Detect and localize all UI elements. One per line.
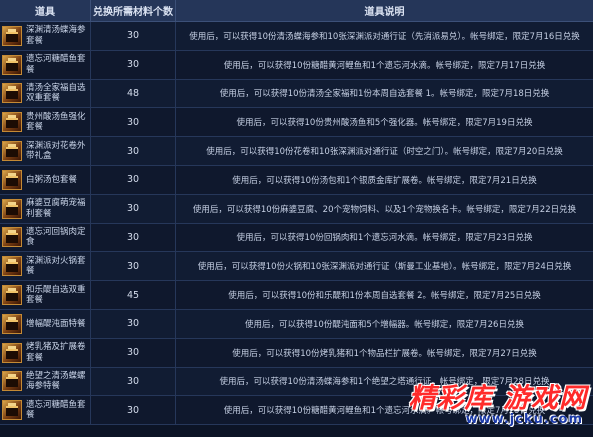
item-name: 绝望之清汤蝶螺海参特餐 <box>26 370 86 392</box>
table-row: 贵州酸汤鱼强化套餐 30 使用后，可以获得10份贵州酸汤鱼和5个强化器。帐号绑定，限… <box>0 108 593 138</box>
item-name: 烤乳猪及扩展卷套餐 <box>26 342 86 363</box>
food-box-icon[interactable] <box>2 169 22 190</box>
item-description: 使用后，可以获得10份汤包和1个银质金库扩展卷。帐号绑定，限定7月21日兑换 <box>232 175 537 186</box>
item-name: 麻婆豆腐萌宠福利套餐 <box>26 198 86 219</box>
item-description: 使用后，可以获得10份清汤蝶海参和10张深渊派对通行证（先消派易兑）。帐号绑定，… <box>189 31 580 42</box>
item-name: 遗忘河糖醋鱼套餐 <box>26 54 86 75</box>
item-description: 使用后，可以获得10份糖醋黄河鲤鱼和1个遗忘河水滴。帐号绑定，限定7月17日兑换 <box>223 60 546 71</box>
material-count: 30 <box>91 137 176 165</box>
table-row: 白粥汤包套餐 30 使用后，可以获得10份汤包和1个银质金库扩展卷。帐号绑定，限定7… <box>0 165 593 195</box>
item-cell: 增幅醍沌面特餐 <box>0 309 91 338</box>
material-count: 30 <box>91 223 176 252</box>
header-desc: 道具说明 <box>364 7 405 18</box>
exchange-table: 道具 兑换所需材料个数 道具说明 深渊清汤蝶海参套餐 30 使用后，可以获得10份清… <box>0 0 593 426</box>
material-count: 30 <box>91 252 176 281</box>
material-count: 30 <box>91 338 176 367</box>
food-box-icon[interactable] <box>2 198 22 219</box>
item-description: 使用后，可以获得10份醍沌面和5个增幅器。帐号绑定，限定7月26日兑换 <box>245 319 524 330</box>
table-row: 清汤全家福自选双重套餐 48 使用后，可以获得10份清汤全家福和1份本周自选套餐 1… <box>0 79 593 109</box>
item-cell: 深渊清汤蝶海参套餐 <box>0 22 91 50</box>
item-description: 使用后，可以获得10份火锅和10张深渊派对通行证（斯曼工业基地）。帐号绑定，限定… <box>197 262 572 273</box>
material-count: 30 <box>91 194 176 223</box>
item-description: 使用后，可以获得10份花卷和10张深渊派对通行证（时空之门）。帐号绑定，限定7月… <box>206 147 563 158</box>
item-name: 深渊派对火锅套餐 <box>26 255 86 277</box>
item-cell: 遗忘河糖醋鱼套餐 <box>0 50 91 79</box>
item-name: 深渊派对花卷外带礼盒 <box>26 140 86 162</box>
item-name: 增幅醍沌面特餐 <box>26 318 86 329</box>
food-box-icon[interactable] <box>2 400 22 421</box>
item-description: 使用后，可以获得10份清汤蝶海参和1个绝望之塔通行证。帐号绑定，限定7月28日兑… <box>219 377 550 388</box>
item-cell: 白粥汤包套餐 <box>0 165 91 194</box>
item-cell: 清汤全家福自选双重套餐 <box>0 79 91 108</box>
item-cell: 麻婆豆腐萌宠福利套餐 <box>0 194 91 223</box>
table-row: 麻婆豆腐萌宠福利套餐 30 使用后，可以获得10份麻婆豆腐、20个宠物饲料、以及1个… <box>0 194 593 224</box>
header-item: 道具 <box>0 0 91 21</box>
table-row: 深渊清汤蝶海参套餐 30 使用后，可以获得10份清汤蝶海参和10张深渊派对通行证（先… <box>0 22 593 51</box>
item-cell: 深渊派对花卷外带礼盒 <box>0 137 91 165</box>
material-count: 30 <box>91 396 176 425</box>
food-box-icon[interactable] <box>2 313 22 334</box>
item-description: 使用后，可以获得10份烤乳猪和1个物品栏扩展卷。帐号绑定，限定7月27日兑换 <box>232 348 537 359</box>
table-row: 增幅醍沌面特餐 30 使用后，可以获得10份醍沌面和5个增幅器。帐号绑定，限定7月2… <box>0 309 593 339</box>
item-name: 白粥汤包套餐 <box>26 174 78 185</box>
item-cell: 遗忘河回锅肉定食 <box>0 223 91 252</box>
food-box-icon[interactable] <box>2 342 22 363</box>
item-description: 使用后，可以获得10份和乐醍和1份本周自选套餐 2。帐号绑定，限定7月25日兑换 <box>228 291 541 302</box>
food-box-icon[interactable] <box>2 256 22 277</box>
table-row: 深渊派对火锅套餐 30 使用后，可以获得10份火锅和10张深渊派对通行证（斯曼工业基… <box>0 252 593 282</box>
item-cell: 遗忘河糖醋鱼套餐 <box>0 396 91 425</box>
item-description: 使用后，可以获得10份清汤全家福和1份本周自选套餐 1。帐号绑定，限定7月18日… <box>219 89 550 100</box>
material-count: 45 <box>91 281 176 309</box>
table-body: 深渊清汤蝶海参套餐 30 使用后，可以获得10份清汤蝶海参和10张深渊派对通行证（先… <box>0 22 593 426</box>
item-name: 遗忘河回锅肉定食 <box>26 226 86 248</box>
material-count: 30 <box>91 108 176 137</box>
food-box-icon[interactable] <box>2 54 22 75</box>
food-box-icon[interactable] <box>2 371 22 392</box>
table-row: 烤乳猪及扩展卷套餐 30 使用后，可以获得10份烤乳猪和1个物品栏扩展卷。帐号绑定，… <box>0 338 593 368</box>
material-count: 48 <box>91 79 176 108</box>
food-box-icon[interactable] <box>2 25 22 46</box>
material-count: 30 <box>91 367 176 396</box>
header-qty: 兑换所需材料个数 <box>91 0 176 21</box>
material-count: 30 <box>91 309 176 338</box>
item-cell: 和乐醍自选双重套餐 <box>0 281 91 309</box>
food-box-icon[interactable] <box>2 83 22 104</box>
item-description: 使用后，可以获得10份贵州酸汤鱼和5个强化器。帐号绑定，限定7月19日兑换 <box>236 118 533 129</box>
food-box-icon[interactable] <box>2 141 22 162</box>
food-box-icon[interactable] <box>2 112 22 133</box>
item-cell: 深渊派对火锅套餐 <box>0 252 91 281</box>
table-header: 道具 兑换所需材料个数 道具说明 <box>0 0 593 22</box>
item-name: 和乐醍自选双重套餐 <box>26 284 86 306</box>
item-name: 深渊清汤蝶海参套餐 <box>26 25 86 46</box>
item-description: 使用后，可以获得10份回锅肉和1个遗忘河水滴。帐号绑定，限定7月23日兑换 <box>236 233 533 244</box>
item-name: 贵州酸汤鱼强化套餐 <box>26 111 86 133</box>
material-count: 30 <box>91 50 176 79</box>
table-row: 遗忘河糖醋鱼套餐 30 使用后，可以获得10份糖醋黄河鲤鱼和1个遗忘河水滴。帐号绑定… <box>0 396 593 426</box>
table-row: 和乐醍自选双重套餐 45 使用后，可以获得10份和乐醍和1份本周自选套餐 2。帐号绑… <box>0 281 593 310</box>
food-box-icon[interactable] <box>2 285 22 306</box>
item-cell: 贵州酸汤鱼强化套餐 <box>0 108 91 137</box>
table-row: 遗忘河糖醋鱼套餐 30 使用后，可以获得10份糖醋黄河鲤鱼和1个遗忘河水滴。帐号绑定… <box>0 50 593 80</box>
table-row: 绝望之清汤蝶螺海参特餐 30 使用后，可以获得10份清汤蝶海参和1个绝望之塔通行证。… <box>0 367 593 397</box>
item-cell: 烤乳猪及扩展卷套餐 <box>0 338 91 367</box>
item-name: 清汤全家福自选双重套餐 <box>26 82 86 104</box>
item-description: 使用后，可以获得10份糖醋黄河鲤鱼和1个遗忘河水滴。帐号绑定，限定7月29日兑换 <box>223 406 546 417</box>
table-row: 深渊派对花卷外带礼盒 30 使用后，可以获得10份花卷和10张深渊派对通行证（时空之… <box>0 137 593 166</box>
food-box-icon[interactable] <box>2 227 22 248</box>
material-count: 30 <box>91 22 176 50</box>
item-name: 遗忘河糖醋鱼套餐 <box>26 399 86 421</box>
item-description: 使用后，可以获得10份麻婆豆腐、20个宠物饲料、以及1个宠物换名卡。帐号绑定，限… <box>192 204 577 215</box>
table-row: 遗忘河回锅肉定食 30 使用后，可以获得10份回锅肉和1个遗忘河水滴。帐号绑定，限定… <box>0 223 593 253</box>
item-cell: 绝望之清汤蝶螺海参特餐 <box>0 367 91 396</box>
material-count: 30 <box>91 165 176 194</box>
